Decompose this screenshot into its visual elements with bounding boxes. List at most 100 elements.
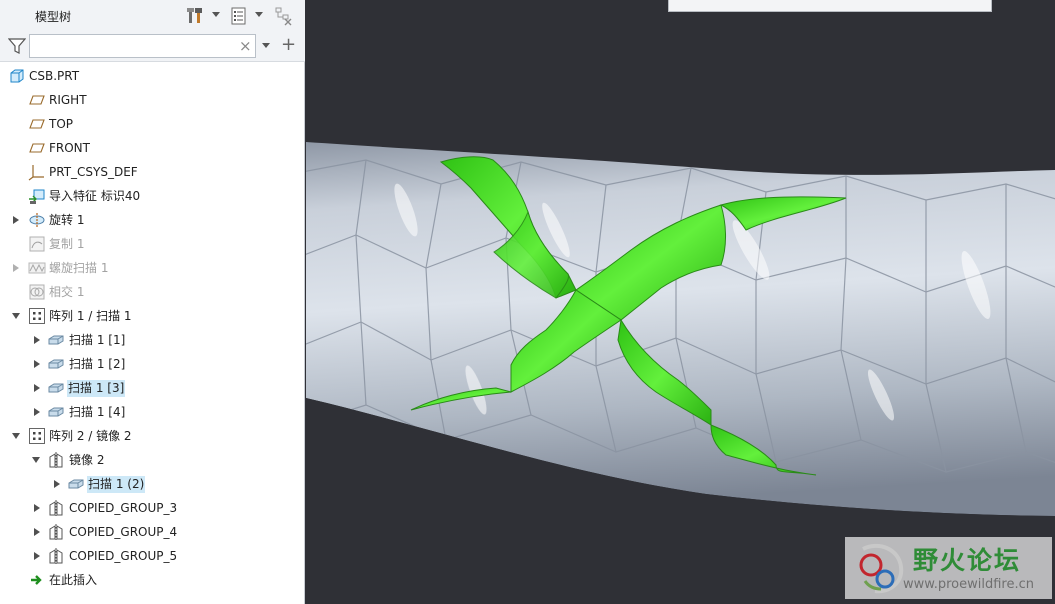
- tree-item-copy[interactable]: 复制 1: [0, 232, 303, 256]
- pattern-icon: [28, 307, 46, 325]
- tree-item-label: RIGHT: [49, 93, 87, 107]
- tree-item-front-plane[interactable]: FRONT: [0, 136, 303, 160]
- list-settings-dropdown-caret[interactable]: [255, 12, 263, 17]
- expand-toggle-icon[interactable]: [34, 528, 40, 536]
- panel-header: 模型树: [0, 0, 305, 32]
- add-column-button[interactable]: +: [281, 35, 296, 55]
- revolve-icon: [28, 211, 46, 229]
- sweep-icon: [47, 403, 65, 421]
- collapse-toggle-icon[interactable]: [12, 313, 20, 319]
- tree-item-pattern-1[interactable]: 阵列 1 / 扫描 1: [0, 304, 303, 328]
- panel-title: 模型树: [35, 10, 72, 24]
- tools-dropdown-caret[interactable]: [212, 12, 220, 17]
- filter-bar: × +: [0, 32, 305, 62]
- tree-item-right-plane[interactable]: RIGHT: [0, 88, 303, 112]
- model-tree-panel: 模型树 × + CSB.PRT RIGHT TOP FRONT PRT_CSYS…: [0, 0, 305, 604]
- intersect-icon: [28, 283, 46, 301]
- model-tree-tab[interactable]: 模型树: [10, 0, 180, 28]
- pattern-icon: [28, 427, 46, 445]
- tree-item-copied-group-3[interactable]: COPIED_GROUP_3: [0, 496, 303, 520]
- forum-watermark: 野火论坛 www.proewildfire.cn: [845, 537, 1052, 599]
- helical-sweep-icon: [28, 259, 46, 277]
- csys-icon: [28, 163, 46, 181]
- watermark-title: 野火论坛: [913, 546, 1022, 575]
- tree-item-label: COPIED_GROUP_4: [69, 525, 178, 539]
- datum-plane-icon: [28, 139, 46, 157]
- insert-here-arrow-icon: [28, 571, 46, 589]
- search-input[interactable]: [34, 37, 234, 55]
- expand-toggle-icon[interactable]: [34, 408, 40, 416]
- tree-item-label: COPIED_GROUP_3: [69, 501, 178, 515]
- copy-icon: [28, 235, 46, 253]
- part-icon: [8, 67, 26, 85]
- tree-item-label: FRONT: [49, 141, 90, 155]
- tree-item-csys[interactable]: PRT_CSYS_DEF: [0, 160, 303, 184]
- tree-item-label: 导入特征 标识40: [49, 189, 141, 203]
- sweep-icon: [47, 355, 65, 373]
- tree-item-sweep-1[interactable]: 扫描 1 [1]: [0, 328, 303, 352]
- expand-toggle-icon[interactable]: [34, 384, 40, 392]
- datum-plane-icon: [28, 115, 46, 133]
- collapse-toggle-icon[interactable]: [12, 433, 20, 439]
- sweep-icon: [67, 475, 85, 493]
- tree-item-sweep-2[interactable]: 扫描 1 [2]: [0, 352, 303, 376]
- mirror-icon: [47, 499, 65, 517]
- tree-item-helical-sweep[interactable]: 螺旋扫描 1: [0, 256, 303, 280]
- clear-search-button[interactable]: ×: [239, 36, 252, 56]
- tree-item-copied-group-5[interactable]: COPIED_GROUP_5: [0, 544, 303, 568]
- expand-toggle-icon[interactable]: [13, 264, 19, 272]
- tree-item-label: 扫描 1 [2]: [69, 357, 126, 371]
- search-options-caret[interactable]: [262, 43, 270, 48]
- tree-item-label: COPIED_GROUP_5: [69, 549, 178, 563]
- collapse-toggle-icon[interactable]: [32, 457, 40, 463]
- tree-item-label: PRT_CSYS_DEF: [49, 165, 138, 179]
- tree-item-label: 复制 1: [49, 237, 85, 251]
- import-feature-icon: [28, 187, 46, 205]
- tree-item-insert-here[interactable]: 在此插入: [0, 568, 303, 592]
- tree-item-label: 阵列 1 / 扫描 1: [49, 309, 132, 323]
- tree-item-label: 阵列 2 / 镜像 2: [49, 429, 132, 443]
- app-window: 模型树 × + CSB.PRT RIGHT TOP FRONT PRT_CSYS…: [0, 0, 1055, 604]
- view-toolbar[interactable]: [668, 0, 992, 12]
- knurled-cylinder-model: [306, 142, 1055, 604]
- tree-item-import-feature[interactable]: 导入特征 标识40: [0, 184, 303, 208]
- tree-filter-icon[interactable]: [274, 6, 294, 26]
- tree-item-label: 镜像 2: [69, 453, 105, 467]
- tools-icon[interactable]: [186, 6, 206, 26]
- expand-toggle-icon[interactable]: [54, 480, 60, 488]
- datum-plane-icon: [28, 91, 46, 109]
- list-settings-icon[interactable]: [229, 6, 249, 26]
- mirror-icon: [47, 547, 65, 565]
- expand-toggle-icon[interactable]: [34, 504, 40, 512]
- search-box: ×: [29, 34, 256, 58]
- tree-item-label: 扫描 1 [3]: [67, 380, 126, 397]
- sweep-icon: [47, 379, 65, 397]
- tree-item-intersect[interactable]: 相交 1: [0, 280, 303, 304]
- tree-item-label: CSB.PRT: [29, 69, 80, 83]
- tree-item-part[interactable]: CSB.PRT: [0, 64, 303, 88]
- watermark-url: www.proewildfire.cn: [903, 577, 1034, 592]
- forum-logo-icon: [859, 543, 904, 594]
- tree-item-label: 在此插入: [49, 573, 98, 587]
- tree-item-sweep-4[interactable]: 扫描 1 [4]: [0, 400, 303, 424]
- tree-item-label: TOP: [49, 117, 74, 131]
- tree-item-copied-group-4[interactable]: COPIED_GROUP_4: [0, 520, 303, 544]
- tree-item-mirror-2[interactable]: 镜像 2: [0, 448, 303, 472]
- mirror-icon: [47, 523, 65, 541]
- mirror-icon: [47, 451, 65, 469]
- sweep-icon: [47, 331, 65, 349]
- expand-toggle-icon[interactable]: [13, 216, 19, 224]
- tree-item-label: 相交 1: [49, 285, 85, 299]
- tree-item-pattern-2[interactable]: 阵列 2 / 镜像 2: [0, 424, 303, 448]
- tree-item-label: 螺旋扫描 1: [49, 261, 109, 275]
- expand-toggle-icon[interactable]: [34, 360, 40, 368]
- tree-item-revolve[interactable]: 旋转 1: [0, 208, 303, 232]
- tree-item-sweep-mirrored[interactable]: 扫描 1 (2): [0, 472, 303, 496]
- tree-item-sweep-3[interactable]: 扫描 1 [3]: [0, 376, 303, 400]
- tree-item-top-plane[interactable]: TOP: [0, 112, 303, 136]
- expand-toggle-icon[interactable]: [34, 552, 40, 560]
- filter-funnel-icon[interactable]: [7, 37, 27, 55]
- tree-item-label: 旋转 1: [49, 213, 85, 227]
- expand-toggle-icon[interactable]: [34, 336, 40, 344]
- graphics-viewport[interactable]: 野火论坛 www.proewildfire.cn: [306, 0, 1055, 604]
